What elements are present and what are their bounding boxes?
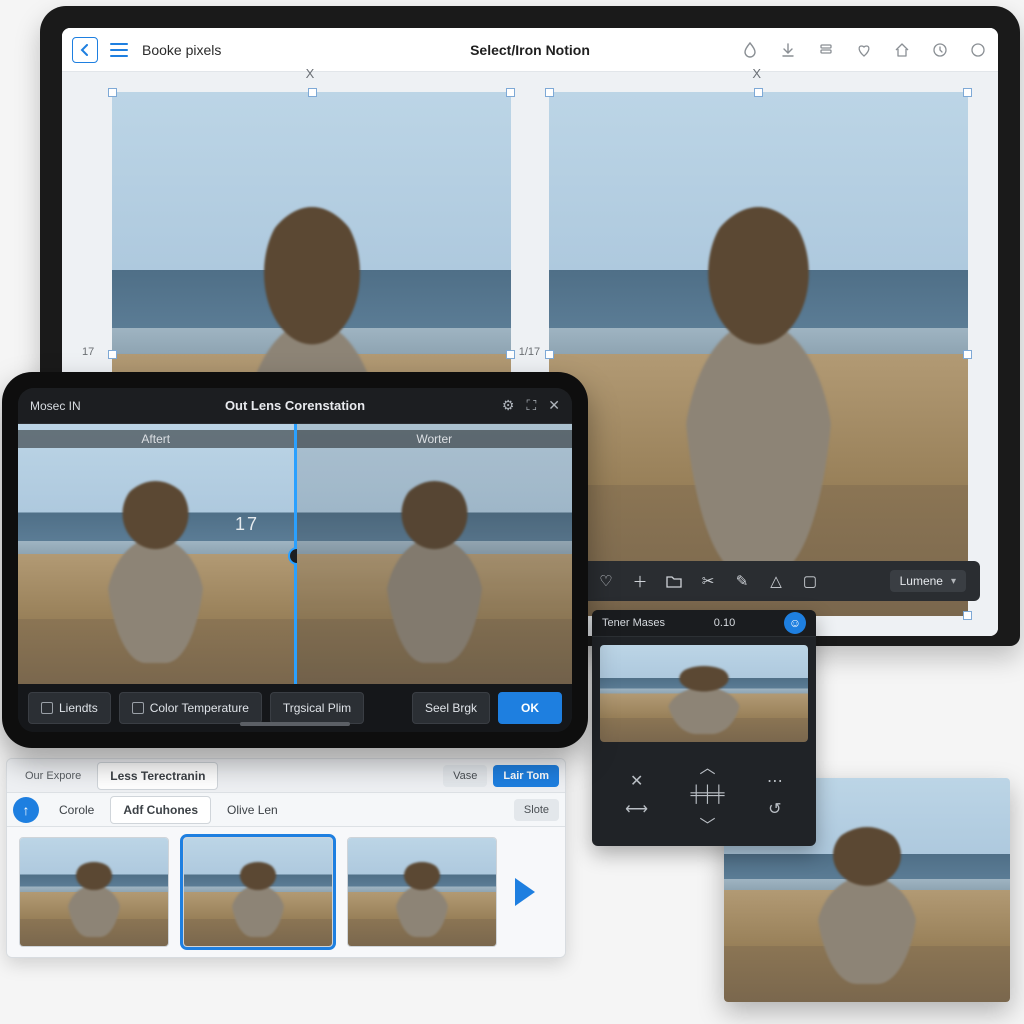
home-icon[interactable] — [892, 40, 912, 60]
user-bubble-icon[interactable]: ☺ — [784, 612, 806, 634]
timer-title: Tener Mases — [602, 617, 665, 629]
tab-olive-len[interactable]: Olive Len — [215, 797, 290, 823]
lair-tom-button[interactable]: Lair Tom — [493, 765, 559, 787]
tropical-button[interactable]: Trgsical Plim — [270, 692, 364, 724]
timer-controls: ✕ ⟷ ︿ ╪╪╪ ﹀ ⋯ ↺ — [592, 750, 816, 846]
clock-icon[interactable] — [930, 40, 950, 60]
scissors-icon[interactable]: ✂ — [698, 571, 718, 591]
timer-thumbnail[interactable] — [600, 645, 808, 742]
tab-less-terectranin[interactable]: Less Terectranin — [97, 762, 218, 790]
resize-handle[interactable] — [506, 88, 515, 97]
color-temperature-button[interactable]: Color Temperature — [119, 692, 262, 724]
timer-value: 0.10 — [714, 617, 735, 629]
back-button[interactable] — [72, 37, 98, 63]
tablet-device: Mosec IN Out Lens Corenstation ⚙ ⛶ ✕ Aft… — [2, 372, 588, 748]
home-indicator — [240, 722, 350, 726]
triangle-icon[interactable]: △ — [766, 571, 786, 591]
filmstrip-tabs-row1: Our Expore Less Terectranin Vase Lair To… — [7, 759, 565, 793]
preset-dropdown[interactable]: Lumene ▾ — [890, 570, 966, 592]
filmstrip-panel: Our Expore Less Terectranin Vase Lair To… — [6, 758, 566, 958]
thumbnail[interactable] — [347, 837, 497, 947]
circle-icon[interactable] — [968, 40, 988, 60]
reset-icon[interactable]: ↺ — [768, 799, 781, 819]
square-icon[interactable]: ▢ — [800, 571, 820, 591]
preset-dropdown-label: Lumene — [900, 574, 943, 588]
ruler-tick-right: 1/17 — [519, 346, 540, 358]
laptop-dark-toolbar: ♡ ＋ ✂ ✎ △ ▢ Lumene ▾ — [582, 561, 980, 601]
expand-icon[interactable]: ⛶ — [526, 397, 536, 414]
tablet-screen: Mosec IN Out Lens Corenstation ⚙ ⛶ ✕ Aft… — [18, 388, 572, 732]
vase-button[interactable]: Vase — [443, 765, 487, 787]
photo-right[interactable] — [549, 92, 968, 616]
stack-icon[interactable] — [816, 40, 836, 60]
ok-button[interactable]: OK — [498, 692, 562, 724]
tab-corole[interactable]: Corole — [47, 797, 106, 823]
heart-icon[interactable]: ♡ — [596, 571, 616, 591]
menu-icon[interactable] — [106, 37, 132, 63]
close-handle-left[interactable]: X — [306, 66, 315, 81]
filmstrip-body — [7, 827, 565, 957]
resize-handle[interactable] — [963, 611, 972, 620]
close-handle-right[interactable]: X — [752, 66, 761, 81]
compare-right: Worter — [297, 424, 573, 684]
resize-handle[interactable] — [545, 88, 554, 97]
ruler-tick-left: 17 — [82, 346, 94, 358]
download-icon[interactable] — [778, 40, 798, 60]
canvas-pane-right[interactable]: X 1/17 — [549, 92, 968, 616]
heart-icon[interactable] — [854, 40, 874, 60]
thumbnail-selected[interactable] — [183, 837, 333, 947]
compare-right-label: Worter — [297, 430, 573, 448]
resize-handle[interactable] — [108, 350, 117, 359]
resize-handle[interactable] — [754, 88, 763, 97]
breadcrumb: Booke pixels — [142, 42, 221, 58]
waveform-icon[interactable]: ╪╪╪ — [690, 786, 724, 804]
thumbnail[interactable] — [19, 837, 169, 947]
compare-left: Aftert — [18, 424, 294, 684]
resize-handle[interactable] — [308, 88, 317, 97]
tablet-title: Out Lens Corenstation — [18, 398, 572, 413]
dots-icon[interactable]: ⋯ — [767, 771, 783, 791]
resize-handle[interactable] — [963, 350, 972, 359]
checkbox-icon — [132, 702, 144, 714]
drop-icon[interactable] — [740, 40, 760, 60]
chevron-down-icon[interactable]: ﹀ — [699, 812, 715, 836]
chevron-down-icon: ▾ — [951, 576, 956, 587]
slider-icon[interactable]: ⟷ — [625, 799, 648, 819]
tablet-top-left-label: Mosec IN — [30, 399, 81, 413]
liendts-button[interactable]: Liendts — [28, 692, 111, 724]
close-icon[interactable]: ✕ — [548, 397, 560, 414]
timer-header: Tener Mases 0.10 ☺ — [592, 610, 816, 637]
next-arrow-icon[interactable] — [515, 878, 535, 906]
chevron-up-icon[interactable]: ︿ — [699, 754, 715, 778]
resize-handle[interactable] — [545, 350, 554, 359]
pen-icon[interactable]: ✎ — [732, 571, 752, 591]
up-button[interactable]: ↑ — [13, 797, 39, 823]
compare-left-label: Aftert — [18, 430, 294, 448]
tablet-topbar: Mosec IN Out Lens Corenstation ⚙ ⛶ ✕ — [18, 388, 572, 424]
laptop-topbar: Booke pixels Select/Iron Notion — [62, 28, 998, 72]
timer-panel: Tener Mases 0.10 ☺ ✕ ⟷ ︿ ╪╪╪ ﹀ ⋯ ↺ — [592, 610, 816, 846]
resize-handle[interactable] — [506, 350, 515, 359]
left-small-label: Our Expore — [13, 764, 93, 788]
laptop-tool-row — [740, 40, 988, 60]
tab-adf-cuhones[interactable]: Adf Cuhones — [110, 796, 211, 824]
plus-icon[interactable]: ＋ — [630, 571, 650, 591]
folder-icon[interactable] — [664, 571, 684, 591]
resize-handle[interactable] — [963, 88, 972, 97]
filmstrip-tabs-row2: ↑ Corole Adf Cuhones Olive Len Slote — [7, 793, 565, 827]
gear-icon[interactable]: ⚙ — [502, 397, 515, 414]
resize-handle[interactable] — [108, 88, 117, 97]
seel-button[interactable]: Seel Brgk — [412, 692, 490, 724]
slote-button[interactable]: Slote — [514, 799, 559, 821]
checkbox-icon — [41, 702, 53, 714]
close-icon[interactable]: ✕ — [630, 771, 643, 791]
tablet-compare[interactable]: Aftert Worter 17 — [18, 424, 572, 684]
